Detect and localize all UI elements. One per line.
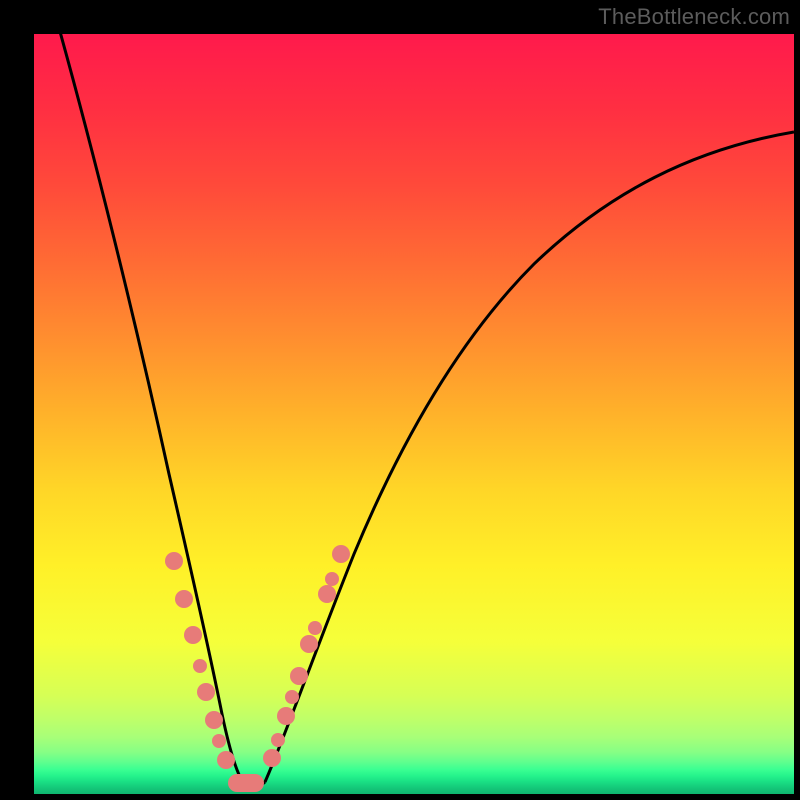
plot-area <box>34 34 794 794</box>
watermark-text: TheBottleneck.com <box>598 4 790 30</box>
background-gradient <box>34 34 794 794</box>
